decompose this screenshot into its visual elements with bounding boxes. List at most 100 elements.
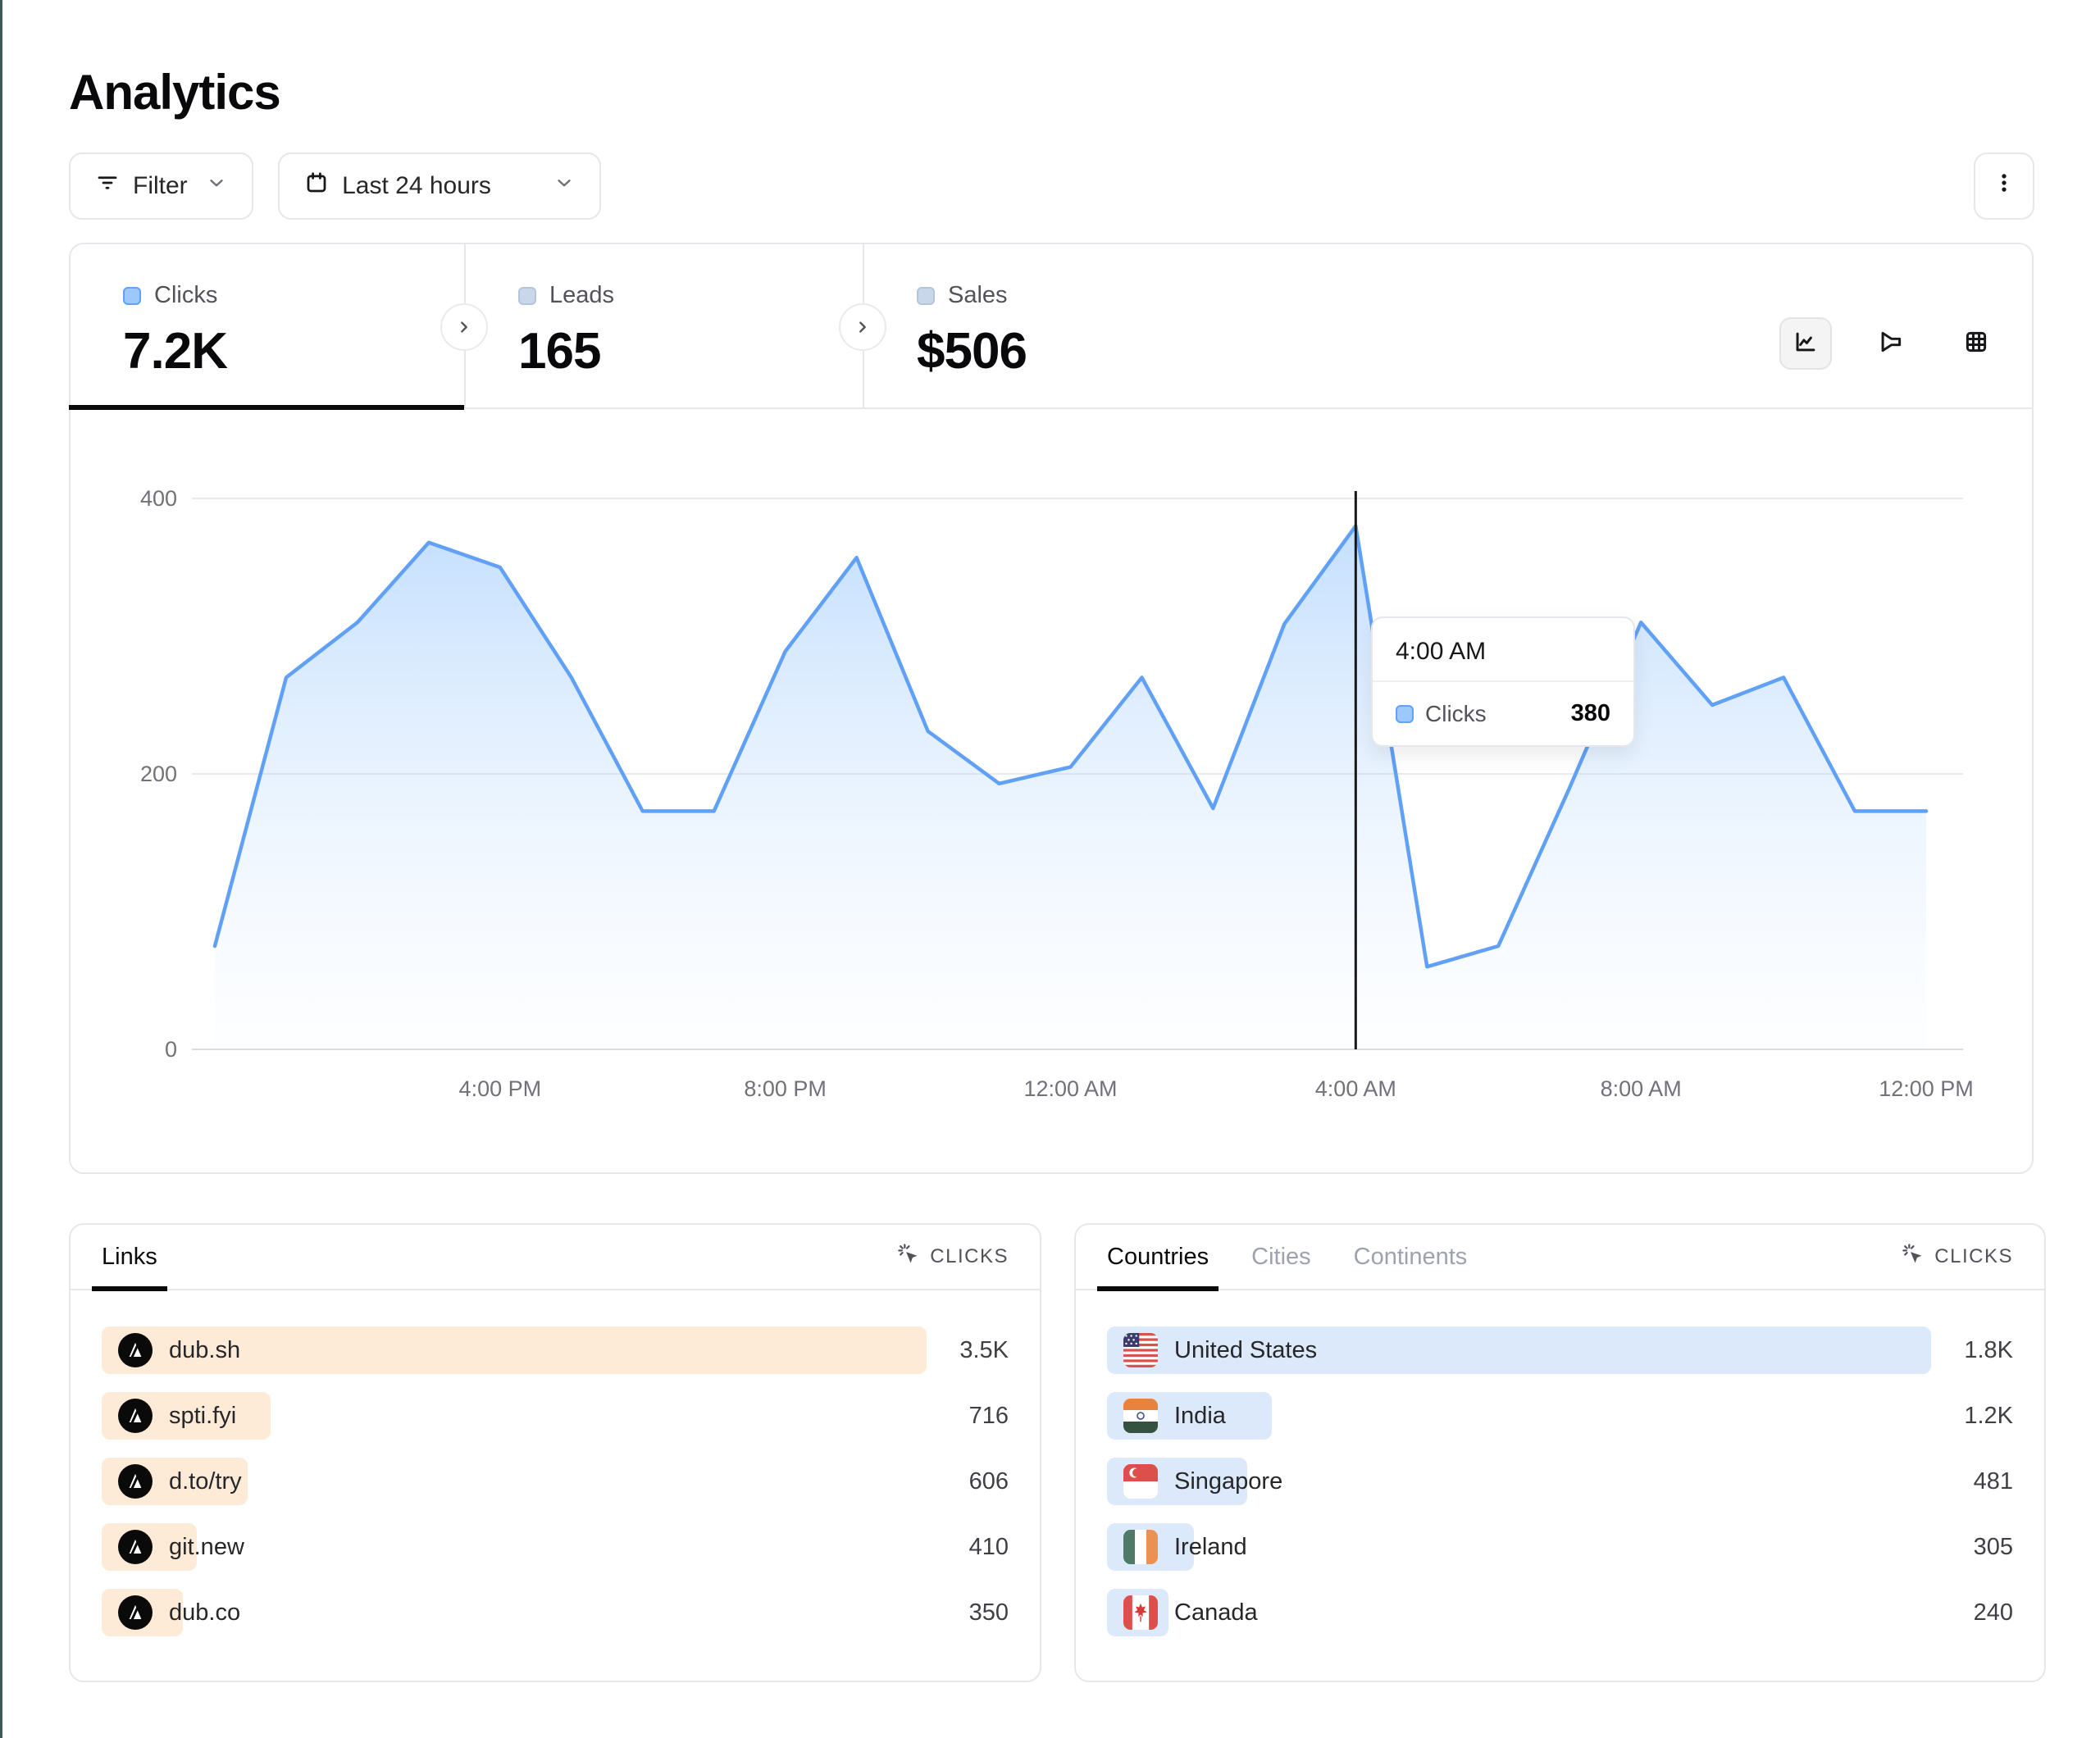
row-value: 716 — [927, 1403, 1009, 1430]
dub-logo-icon — [118, 1399, 153, 1433]
tab-sales[interactable]: Sales $506 — [863, 244, 2032, 407]
calendar-icon — [304, 171, 329, 202]
chevron-down-icon — [206, 172, 227, 200]
list-item[interactable]: dub.sh 3.5K — [102, 1326, 1009, 1374]
column-header-label: CLICKS — [930, 1245, 1009, 1268]
row-value: 1.8K — [1931, 1337, 2013, 1364]
bar-area: spti.fyi — [102, 1392, 927, 1440]
metric-value: $506 — [917, 322, 1027, 380]
sales-legend-swatch — [917, 287, 935, 305]
list-item[interactable]: dub.co 350 — [102, 1589, 1009, 1636]
list-item[interactable]: spti.fyi 716 — [102, 1392, 1009, 1440]
table-view-button[interactable] — [1950, 317, 2002, 370]
y-axis-tick-label: 200 — [140, 762, 177, 786]
tooltip-value: 380 — [1571, 700, 1610, 727]
tab-clicks[interactable]: Clicks 7.2K — [71, 244, 464, 407]
row-label: Singapore — [1174, 1468, 1282, 1495]
row-value: 481 — [1931, 1468, 2013, 1495]
expand-metrics-button[interactable] — [839, 303, 886, 351]
bar-area: d.to/try — [102, 1458, 927, 1505]
tab-countries[interactable]: Countries — [1107, 1225, 1209, 1289]
list-item[interactable]: d.to/try606 — [102, 1458, 1009, 1505]
expand-metrics-button[interactable] — [440, 303, 488, 351]
list-item[interactable]: Singapore 481 — [1107, 1458, 2013, 1505]
list-item[interactable]: git.new 410 — [102, 1523, 1009, 1571]
filter-icon — [95, 171, 120, 202]
funnel-view-button[interactable] — [1865, 317, 1917, 370]
y-axis-tick-label: 0 — [165, 1037, 177, 1062]
list-item[interactable]: Canada240 — [1107, 1589, 2013, 1636]
bar-area: Ireland — [1107, 1523, 1931, 1571]
links-panel: Links CLICKS dub.sh 3.5K spti.fyi 716 d.to/t… — [69, 1223, 1041, 1682]
countries-list: United States 1.8K India 1.2K Singapore 481 Ir… — [1076, 1290, 2044, 1636]
x-axis-tick-label: 12:00 AM — [1023, 1076, 1117, 1101]
more-options-button[interactable] — [1974, 152, 2034, 220]
row-value: 410 — [927, 1534, 1009, 1561]
row-content: United States — [1123, 1326, 1317, 1374]
row-content: git.new — [118, 1523, 244, 1571]
row-content: spti.fyi — [118, 1392, 236, 1440]
row-content: India — [1123, 1392, 1226, 1440]
chart-tooltip: 4:00 AM Clicks 380 — [1371, 616, 1635, 747]
countries-panel: Countries Cities Continents CLICKS Unite… — [1074, 1223, 2046, 1682]
chevron-down-icon — [553, 172, 575, 200]
flag-ca-icon — [1123, 1595, 1158, 1630]
row-label: dub.co — [169, 1599, 240, 1627]
filter-button[interactable]: Filter — [69, 152, 253, 220]
row-label: India — [1174, 1403, 1226, 1430]
dub-logo-icon — [118, 1333, 153, 1367]
line-chart-icon — [1792, 328, 1820, 360]
tooltip-series-label: Clicks — [1425, 701, 1487, 727]
row-content: dub.sh — [118, 1326, 240, 1374]
clicks-column-header[interactable]: CLICKS — [897, 1243, 1009, 1272]
tooltip-time-label: 4:00 AM — [1373, 618, 1633, 682]
clicks-column-header[interactable]: CLICKS — [1902, 1243, 2013, 1272]
bar-area: dub.sh — [102, 1326, 927, 1374]
row-value: 1.2K — [1931, 1403, 2013, 1430]
bar-area: Singapore — [1107, 1458, 1931, 1505]
flag-in-icon — [1123, 1399, 1158, 1433]
window-edge-accent — [0, 0, 2, 1738]
y-axis-tick-label: 400 — [140, 486, 177, 511]
line-chart-view-button[interactable] — [1779, 317, 1832, 370]
x-axis-tick-label: 8:00 AM — [1601, 1076, 1682, 1101]
flag-sg-icon — [1123, 1464, 1158, 1499]
x-axis-tick-label: 12:00 PM — [1879, 1076, 1974, 1101]
dub-logo-icon — [118, 1530, 153, 1564]
list-item[interactable]: India 1.2K — [1107, 1392, 2013, 1440]
date-range-button[interactable]: Last 24 hours — [278, 152, 601, 220]
row-label: d.to/try — [169, 1468, 242, 1495]
bar-area: dub.co — [102, 1589, 927, 1636]
x-axis-tick-label: 8:00 PM — [744, 1076, 827, 1101]
links-panel-header: Links CLICKS — [71, 1225, 1040, 1290]
chart-view-controls — [1779, 282, 2032, 369]
metric-value: 165 — [518, 322, 863, 380]
clicks-legend-swatch — [1396, 705, 1414, 723]
row-content: Ireland — [1123, 1523, 1247, 1571]
clicks-legend-swatch — [123, 287, 141, 305]
page-title: Analytics — [69, 64, 280, 121]
row-content: Singapore — [1123, 1458, 1282, 1505]
list-item[interactable]: Ireland305 — [1107, 1523, 2013, 1571]
dub-logo-icon — [118, 1464, 153, 1499]
row-value: 350 — [927, 1599, 1009, 1627]
row-content: Canada — [1123, 1589, 1258, 1636]
tab-continents[interactable]: Continents — [1354, 1225, 1468, 1289]
bar-area: Canada — [1107, 1589, 1931, 1636]
tab-links[interactable]: Links — [102, 1225, 157, 1289]
tab-leads[interactable]: Leads 165 — [464, 244, 863, 407]
analytics-card: Clicks 7.2K Leads 165 Sales $506 — [69, 243, 2034, 1174]
row-label: dub.sh — [169, 1337, 240, 1364]
clicks-area-chart[interactable]: 02004004:00 PM8:00 PM12:00 AM4:00 AM8:00… — [71, 409, 2032, 1174]
cursor-click-icon — [897, 1243, 920, 1272]
area-fill — [215, 526, 1926, 1049]
tab-cities[interactable]: Cities — [1251, 1225, 1311, 1289]
countries-panel-header: Countries Cities Continents CLICKS — [1076, 1225, 2044, 1290]
flag-ie-icon — [1123, 1530, 1158, 1564]
bar-area: India — [1107, 1392, 1931, 1440]
row-label: Ireland — [1174, 1534, 1247, 1561]
list-item[interactable]: United States 1.8K — [1107, 1326, 2013, 1374]
row-content: d.to/try — [118, 1458, 242, 1505]
bar-area: git.new — [102, 1523, 927, 1571]
row-value: 3.5K — [927, 1337, 1009, 1364]
